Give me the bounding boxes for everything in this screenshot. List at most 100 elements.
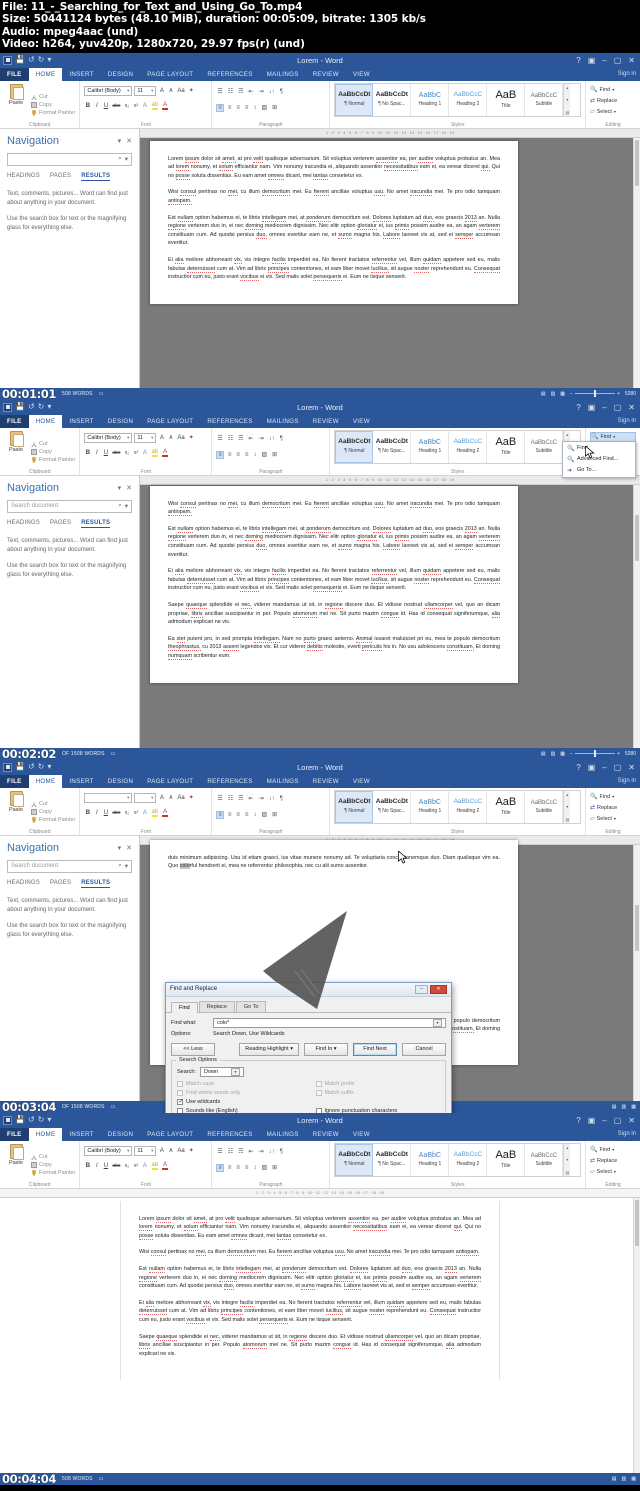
menu-item-advanced-find[interactable]: 🔍 Advanced Find... [563, 454, 635, 465]
magnifier-icon[interactable]: ⌕ [118, 862, 122, 870]
select-button[interactable]: ▱Select▾ [590, 1167, 636, 1177]
multilevel-list-button[interactable]: ☴ [237, 88, 244, 95]
style-heading-2[interactable]: AaBbCcC Heading 2 [449, 83, 488, 116]
style-heading-1[interactable]: AaBbC Heading 1 [411, 430, 450, 463]
superscript-button[interactable]: x² [132, 1163, 139, 1169]
sign-in-link[interactable]: Sign in [614, 1128, 640, 1141]
zoom-level[interactable]: 5280 [625, 391, 636, 397]
styles-scroll-up-icon[interactable]: ▴ [566, 432, 568, 437]
zoom-slider[interactable] [574, 390, 615, 398]
nav-tab-pages[interactable]: PAGES [50, 520, 71, 528]
styles-gallery[interactable]: AaBbCcDt ¶ Normal AaBbCcDt ¶ No Spac... Aa… [334, 1142, 581, 1177]
document-page[interactable]: Wisi consul pertinax no mei, cu illum de… [150, 485, 518, 683]
tab-insert[interactable]: INSERT [62, 775, 100, 788]
reading-highlight-button[interactable]: Reading Highlight ▾ [239, 1042, 299, 1056]
scrollbar-thumb[interactable] [635, 1199, 639, 1246]
center-button[interactable]: ≡ [227, 812, 233, 818]
sign-in-link[interactable]: Sign in [614, 415, 640, 428]
styles-scroll-up-icon[interactable]: ▴ [566, 85, 568, 90]
style-title[interactable]: AaB Title [487, 1143, 526, 1176]
navigation-collapse-icon[interactable]: ▾ [118, 484, 122, 492]
copy-button[interactable]: Copy [31, 449, 75, 456]
align-left-button[interactable]: ≡ [216, 450, 224, 459]
bold-button[interactable]: B [84, 1163, 91, 1169]
tab-page-layout[interactable]: PAGE LAYOUT [140, 1128, 200, 1141]
tab-view[interactable]: VIEW [346, 415, 377, 428]
decrease-indent-button[interactable]: ⇤ [248, 435, 255, 442]
shrink-font-button[interactable]: A [167, 88, 174, 94]
replace-button[interactable]: ⇄Replace [590, 1156, 636, 1166]
tab-view[interactable]: VIEW [346, 1128, 377, 1141]
text-highlight-color-button[interactable]: ab [150, 1162, 159, 1170]
find-and-replace-dialog[interactable]: Find and Replace – ✕ Find Replace Go To … [165, 981, 452, 1113]
clear-formatting-button[interactable]: ✦ [188, 794, 195, 801]
maximize-icon[interactable]: ▢ [614, 763, 622, 772]
align-right-button[interactable]: ≡ [235, 452, 241, 458]
style-no-spacing[interactable]: AaBbCcDt ¶ No Spac... [373, 1143, 412, 1176]
align-left-button[interactable]: ≡ [216, 810, 224, 819]
borders-button[interactable]: ⊞ [271, 811, 278, 818]
styles-scroll-up-icon[interactable]: ▴ [566, 792, 568, 797]
undo-icon[interactable]: ↺ [28, 403, 35, 411]
shrink-font-button[interactable]: A [167, 1148, 174, 1154]
styles-scroll-down-icon[interactable]: ▾ [566, 1157, 568, 1162]
grow-font-button[interactable]: A [158, 435, 165, 441]
tab-file[interactable]: FILE [0, 414, 29, 428]
vertical-scrollbar[interactable] [633, 484, 640, 760]
justify-button[interactable]: ≡ [244, 452, 250, 458]
zoom-in-button[interactable]: + [617, 391, 620, 397]
format-painter-button[interactable]: Format Painter [31, 110, 75, 117]
qat-more-icon[interactable]: ▾ [47, 1116, 51, 1124]
cut-button[interactable]: Cut [31, 94, 75, 101]
multilevel-list-button[interactable]: ☴ [237, 795, 244, 802]
grow-font-button[interactable]: A [158, 88, 165, 94]
show-formatting-marks-button[interactable]: ¶ [279, 436, 284, 442]
font-color-button[interactable]: A [161, 102, 169, 110]
read-mode-button[interactable]: ▤ [541, 751, 546, 757]
cut-button[interactable]: Cut [31, 441, 75, 448]
grow-font-button[interactable]: A [158, 795, 165, 801]
text-highlight-color-button[interactable]: ab [150, 809, 159, 817]
font-size-input[interactable]: ▾ [134, 792, 157, 803]
maximize-icon[interactable]: ▢ [614, 403, 622, 412]
style-title[interactable]: AaB Title [487, 790, 526, 823]
sort-button[interactable]: ↓↑ [268, 436, 276, 442]
document-page[interactable]: Lorem ipsum dolor sit amet, at pro velit… [150, 140, 518, 304]
tab-references[interactable]: REFERENCES [200, 1128, 259, 1141]
style-no-spacing[interactable]: AaBbCcDt ¶ No Spac... [373, 430, 412, 463]
tab-home[interactable]: HOME [28, 774, 63, 788]
format-painter-button[interactable]: Format Painter [31, 1170, 75, 1177]
bullets-button[interactable]: ☰ [216, 795, 223, 802]
decrease-indent-button[interactable]: ⇤ [248, 795, 255, 802]
tab-file[interactable]: FILE [0, 1127, 29, 1141]
zoom-out-button[interactable]: − [570, 751, 573, 757]
styles-gallery[interactable]: AaBbCcDt ¶ Normal AaBbCcDt ¶ No Spac... Aa… [334, 789, 581, 824]
style-subtitle[interactable]: AaBbCcC Subtitle [525, 430, 564, 463]
read-mode-button[interactable]: ▤ [612, 1104, 617, 1110]
horizontal-ruler[interactable]: 1 · 2 · 3 · 4 · 5 · 6 · 7 · 8 · 9 · 10 ·… [140, 128, 640, 138]
font-color-button[interactable]: A [161, 1162, 169, 1170]
find-in-button[interactable]: Find In ▾ [304, 1042, 348, 1056]
scrollbar-thumb[interactable] [635, 514, 639, 561]
navigation-collapse-icon[interactable]: ▾ [118, 137, 122, 145]
proofing-icon[interactable]: ▭ [93, 391, 104, 397]
styles-more-icon[interactable]: ▤ [565, 110, 569, 115]
nav-tab-headings[interactable]: HEADINGS [7, 173, 40, 181]
nav-tab-headings[interactable]: HEADINGS [7, 880, 40, 888]
navigation-close-icon[interactable]: ✕ [126, 484, 132, 492]
change-case-button[interactable]: Aa [176, 435, 185, 441]
sign-in-link[interactable]: Sign in [614, 68, 640, 81]
close-icon[interactable]: ✕ [628, 403, 635, 412]
chevron-down-icon[interactable]: ▾ [433, 1018, 442, 1027]
dialog-tab-find[interactable]: Find [171, 1001, 198, 1013]
copy-button[interactable]: Copy [31, 809, 75, 816]
nav-tab-results[interactable]: RESULTS [81, 173, 111, 181]
undo-icon[interactable]: ↺ [28, 56, 35, 64]
clear-formatting-button[interactable]: ✦ [188, 1147, 195, 1154]
tab-mailings[interactable]: MAILINGS [260, 68, 306, 81]
tab-insert[interactable]: INSERT [62, 1128, 100, 1141]
tab-mailings[interactable]: MAILINGS [260, 1128, 306, 1141]
cancel-button[interactable]: Cancel [402, 1042, 446, 1056]
bullets-button[interactable]: ☰ [216, 88, 223, 95]
help-icon[interactable]: ? [576, 763, 580, 772]
